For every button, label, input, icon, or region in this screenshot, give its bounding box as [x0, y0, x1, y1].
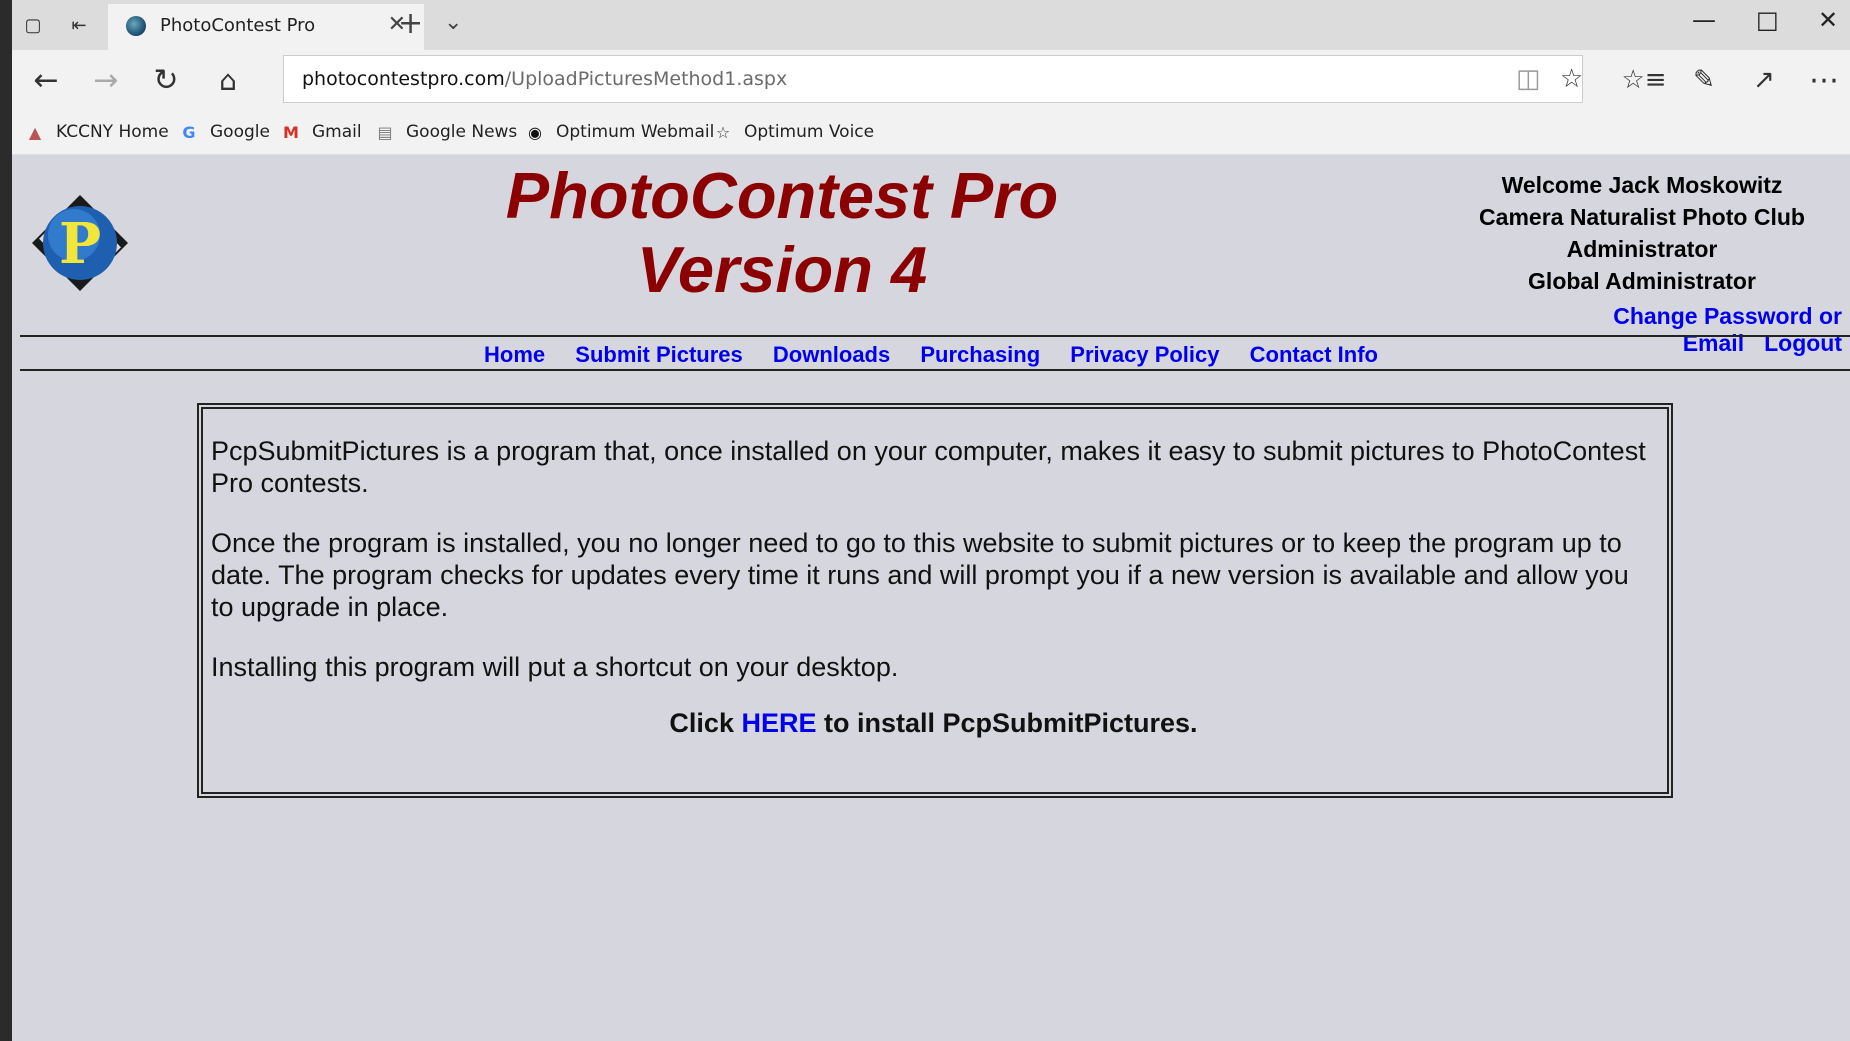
navigation-bar: ← → ↻ ⌂ photocontestpro.com/UploadPictur… — [12, 50, 1850, 110]
share-icon[interactable]: ↗ — [1744, 60, 1784, 100]
chevron-down-icon[interactable]: ⌄ — [444, 10, 462, 35]
star-icon: ☆ — [715, 122, 731, 142]
close-window-icon[interactable]: ✕ — [1818, 6, 1838, 34]
home-icon[interactable]: ⌂ — [208, 60, 248, 100]
paragraph-shortcut: Installing this program will put a short… — [211, 652, 899, 682]
tab-title: PhotoContest Pro — [160, 15, 316, 36]
pen-icon[interactable]: ✎ — [1684, 60, 1724, 100]
favorite-label: Google — [210, 122, 270, 142]
tab-photocontest[interactable]: PhotoContest Pro ✕ — [108, 4, 424, 50]
web-page: P PhotoContest Pro Version 4 Welcome Jac… — [12, 155, 1850, 1041]
news-icon: ▤ — [377, 122, 393, 142]
favorite-google[interactable]: G Google — [178, 122, 270, 142]
back-icon[interactable]: ← — [26, 60, 66, 100]
tab-bar: ▢ ⇤ PhotoContest Pro ✕ + ⌄ — □ ✕ — [12, 0, 1850, 50]
optimum-icon: ◉ — [528, 122, 542, 142]
more-icon[interactable]: ⋯ — [1804, 60, 1844, 100]
gmail-icon: M — [283, 122, 299, 142]
globe-icon — [126, 16, 146, 36]
maximize-icon[interactable]: □ — [1756, 6, 1779, 34]
menu-home[interactable]: Home — [484, 342, 545, 367]
divider-top — [20, 335, 1850, 337]
user-info: Welcome Jack Moskowitz Camera Naturalist… — [1432, 169, 1850, 297]
favorite-label: Optimum Voice — [744, 122, 875, 142]
favorites-hub-icon[interactable]: ☆≡ — [1621, 60, 1666, 100]
address-bar[interactable]: photocontestpro.com/UploadPicturesMethod… — [283, 55, 1583, 103]
favorite-gmail[interactable]: M Gmail — [280, 122, 362, 142]
menu-downloads[interactable]: Downloads — [773, 342, 890, 367]
paragraph-updates: Once the program is installed, you no lo… — [211, 528, 1629, 622]
main-menu: Home Submit Pictures Downloads Purchasin… — [12, 342, 1850, 368]
set-aside-tabs-icon[interactable]: ⇤ — [66, 12, 92, 38]
kccny-icon: ▲ — [28, 122, 42, 142]
favorite-star-icon[interactable]: ☆ — [1560, 64, 1583, 94]
favorite-label: Optimum Webmail — [556, 122, 715, 142]
menu-contact-info[interactable]: Contact Info — [1250, 342, 1378, 367]
minimize-icon[interactable]: — — [1692, 6, 1716, 34]
title-line-2: Version 4 — [636, 233, 928, 306]
install-here-link[interactable]: HERE — [741, 708, 816, 738]
favorite-optimum-webmail[interactable]: ◉ Optimum Webmail — [524, 122, 714, 142]
favorite-kccny[interactable]: ▲ KCCNY Home — [24, 122, 169, 142]
google-icon: G — [182, 122, 196, 142]
favorite-google-news[interactable]: ▤ Google News — [374, 122, 517, 142]
forward-icon[interactable]: → — [86, 60, 126, 100]
favorite-label: Google News — [406, 122, 518, 142]
content-box: PcpSubmitPictures is a program that, onc… — [197, 403, 1673, 798]
menu-submit-pictures[interactable]: Submit Pictures — [575, 342, 742, 367]
title-line-1: PhotoContest Pro — [505, 159, 1059, 232]
photocontest-logo-icon: P — [28, 191, 132, 295]
tab-actions-icon[interactable]: ▢ — [20, 12, 46, 38]
role-administrator: Administrator — [1566, 236, 1718, 262]
new-tab-icon[interactable]: + — [398, 6, 423, 41]
content-text: PcpSubmitPictures is a program that, onc… — [211, 435, 1656, 739]
install-suffix: to install PcpSubmitPictures. — [816, 708, 1198, 738]
favorites-bar: ▲ KCCNY Home G Google M Gmail ▤ Google N… — [12, 110, 1850, 155]
site-title: PhotoContest Pro Version 4 — [422, 159, 1142, 307]
browser-window: ▢ ⇤ PhotoContest Pro ✕ + ⌄ — □ ✕ ← → ↻ ⌂… — [12, 0, 1850, 1041]
divider-bottom — [20, 369, 1850, 371]
menu-purchasing[interactable]: Purchasing — [920, 342, 1040, 367]
favorite-label: Gmail — [312, 122, 362, 142]
reading-view-icon[interactable]: ◫ — [1516, 64, 1541, 94]
url-text: photocontestpro.com/UploadPicturesMethod… — [302, 68, 788, 90]
menu-privacy-policy[interactable]: Privacy Policy — [1070, 342, 1219, 367]
welcome-text: Welcome Jack Moskowitz — [1501, 172, 1783, 198]
favorite-label: KCCNY Home — [56, 122, 169, 142]
install-line: Click HERE to install PcpSubmitPictures. — [211, 707, 1656, 739]
role-global-administrator: Global Administrator — [1528, 268, 1756, 294]
club-name: Camera Naturalist Photo Club — [1479, 204, 1805, 230]
refresh-icon[interactable]: ↻ — [146, 60, 186, 100]
paragraph-intro: PcpSubmitPictures is a program that, onc… — [211, 436, 1646, 498]
install-prefix: Click — [669, 708, 742, 738]
favorite-optimum-voice[interactable]: ☆ Optimum Voice — [712, 122, 874, 142]
logo-letter: P — [59, 211, 101, 277]
